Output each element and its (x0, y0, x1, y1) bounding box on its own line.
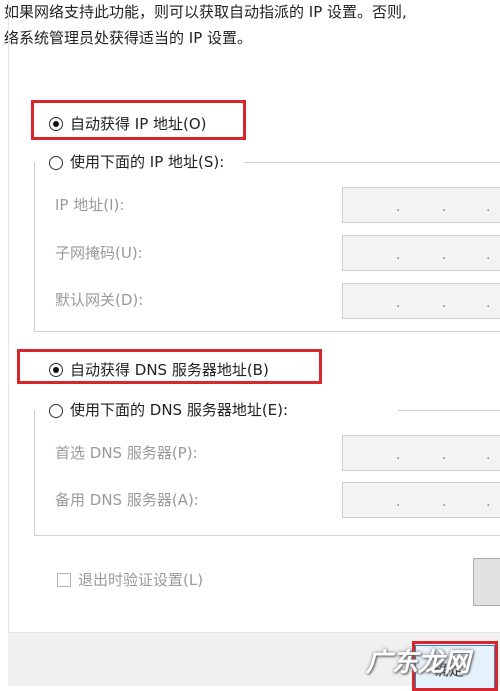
preferred-dns-label: 首选 DNS 服务器(P): (55, 444, 198, 462)
subnet-mask-label: 子网掩码(U): (55, 244, 143, 262)
validate-settings-checkbox[interactable] (57, 573, 71, 587)
default-gateway-label: 默认网关(D): (55, 291, 144, 309)
alternate-dns-input[interactable]: ... (342, 482, 500, 518)
default-gateway-input[interactable]: ... (342, 283, 500, 319)
subnet-mask-input[interactable]: ... (342, 235, 500, 271)
description-line-2: 络系统管理员处获得适当的 IP 设置。 (4, 29, 253, 47)
auto-dns-radio[interactable] (49, 363, 63, 377)
advanced-button[interactable] (473, 558, 500, 606)
alternate-dns-label: 备用 DNS 服务器(A): (55, 491, 199, 509)
preferred-dns-input[interactable]: ... (342, 435, 500, 471)
window-edge (8, 0, 9, 632)
ip-address-input[interactable]: ... (342, 187, 500, 223)
description-line-1: 如果网络支持此功能，则可以获取自动指派的 IP 设置。否则, (4, 3, 407, 21)
auto-ip-radio[interactable] (49, 117, 63, 131)
ip-address-label: IP 地址(I): (55, 196, 125, 214)
validate-settings-label[interactable]: 退出时验证设置(L) (78, 570, 203, 590)
auto-ip-label[interactable]: 自动获得 IP 地址(O) (70, 114, 207, 134)
auto-dns-label[interactable]: 自动获得 DNS 服务器地址(B) (70, 360, 269, 380)
watermark-logo: 广东龙网 (366, 648, 471, 678)
